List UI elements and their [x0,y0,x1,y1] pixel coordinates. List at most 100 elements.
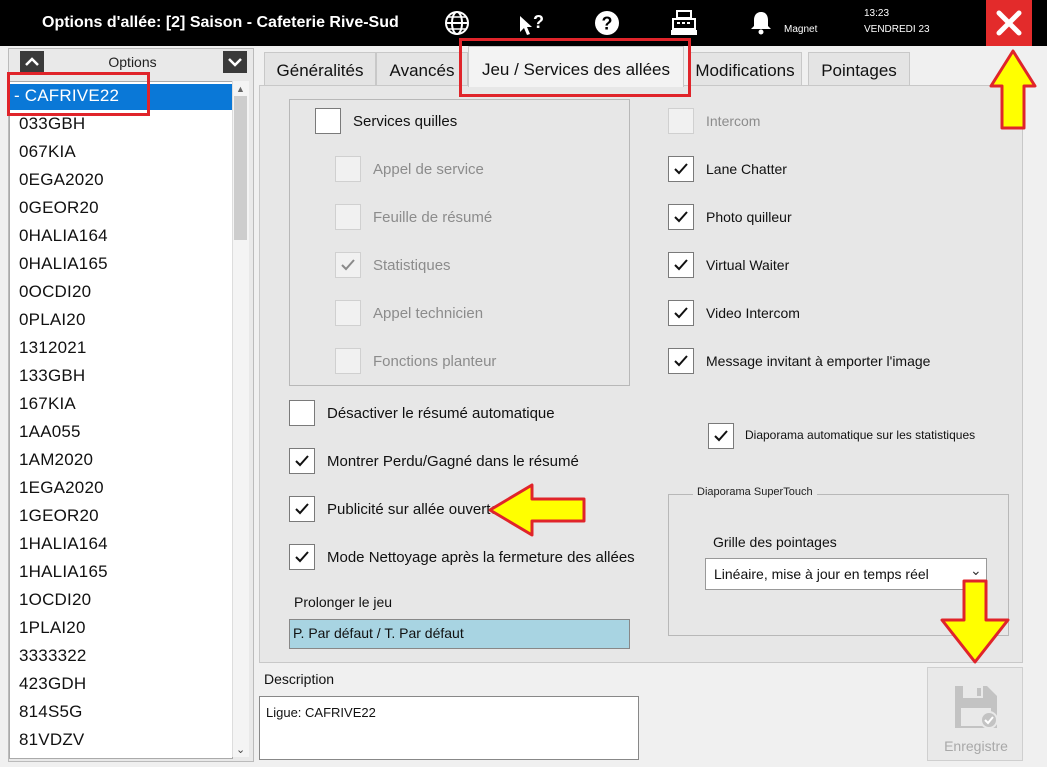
label-feuille-resume: Feuille de résumé [373,209,493,226]
tab-avances[interactable]: Avancés [376,52,468,87]
cash-register-icon[interactable] [669,8,699,38]
close-icon [996,10,1022,36]
checkbox-montrer-perdu-gagne[interactable] [289,448,315,474]
label-desactiver-resume: Désactiver le résumé automatique [327,405,555,422]
list-item[interactable]: 3333322 [19,646,87,666]
help-cursor-icon[interactable]: ? [517,8,547,38]
annotation-highlight-tab [459,38,691,97]
annotation-arrow-up-icon [989,49,1037,130]
clock-date: VENDREDI 23 [864,24,930,35]
list-item[interactable]: 0PLAI20 [19,310,86,330]
svg-text:?: ? [602,14,613,34]
checkmark-icon [295,503,309,515]
list-item[interactable]: 1EGA2020 [19,478,104,498]
list-item[interactable]: 1OCDI20 [19,590,91,610]
checkmark-icon [674,211,688,223]
list-item[interactable]: 0HALIA164 [19,226,108,246]
checkmark-icon [341,259,355,271]
list-item[interactable]: 0GEOR20 [19,198,99,218]
label-grille-pointages: Grille des pointages [713,534,837,550]
checkbox-diaporama-stats[interactable] [708,423,734,449]
list-item[interactable]: 1AM2020 [19,450,93,470]
globe-icon[interactable] [442,8,472,38]
label-publicite-allee: Publicité sur allée ouverte [327,501,499,518]
tab-generalites[interactable]: Généralités [264,52,376,87]
checkbox-appel-technicien[interactable] [335,300,361,326]
annotation-arrow-left-icon [488,483,586,537]
chevron-up-icon [25,57,39,66]
label-message-emporter-image: Message invitant à emporter l'image [706,353,931,369]
checkbox-statistiques[interactable] [335,252,361,278]
checkbox-services-quilles[interactable] [315,108,341,134]
options-header: Options [108,54,157,70]
label-montrer-perdu-gagne: Montrer Perdu/Gagné dans le résumé [327,453,579,470]
label-lane-chatter: Lane Chatter [706,161,787,177]
list-item[interactable]: 814S5G [19,702,83,722]
checkmark-icon [674,307,688,319]
scroll-arrow-up-icon[interactable]: ▲ [236,84,245,94]
list-item[interactable]: 0HALIA165 [19,254,108,274]
list-item[interactable]: 033GBH [19,114,85,134]
list-item[interactable]: 81VDZV [19,730,84,750]
svg-text:?: ? [533,12,544,32]
chevron-down-icon: ⌄ [970,562,982,578]
checkmark-icon [295,551,309,563]
label-mode-nettoyage: Mode Nettoyage après la fermeture des al… [327,549,635,566]
clock-time: 13:23 [864,8,890,19]
label-diaporama-stats: Diaporama automatique sur les statistiqu… [745,428,976,442]
label-intercom: Intercom [706,113,761,129]
checkbox-appel-service[interactable] [335,156,361,182]
label-appel-service: Appel de service [373,161,484,178]
checkbox-fonctions-planteur[interactable] [335,348,361,374]
checkmark-icon [714,430,728,442]
description-field[interactable]: Ligue: CAFRIVE22 [259,696,639,760]
annotation-arrow-down-icon [940,579,1010,664]
save-button-label: Enregistre [944,738,1008,754]
checkbox-video-intercom[interactable] [668,300,694,326]
checkmark-icon [674,355,688,367]
label-appel-technicien: Appel technicien [373,305,484,322]
list-item[interactable]: 1PLAI20 [19,618,86,638]
window-title: Options d'allée: [2] Saison - Cafeterie … [42,14,399,31]
scroll-down-button[interactable] [223,51,247,73]
checkbox-mode-nettoyage[interactable] [289,544,315,570]
list-item[interactable]: 067KIA [19,142,76,162]
list-item[interactable]: 1AA055 [19,422,81,442]
tab-pointages[interactable]: Pointages [808,52,910,87]
list-item[interactable]: 1GEOR20 [19,506,99,526]
list-item[interactable]: 0OCDI20 [19,282,91,302]
list-item[interactable]: 167KIA [19,394,76,414]
label-prolonger-jeu: Prolonger le jeu [294,594,393,610]
checkbox-intercom[interactable] [668,108,694,134]
label-virtual-waiter: Virtual Waiter [706,257,790,273]
tab-modifications[interactable]: Modifications [688,52,802,87]
list-item[interactable]: 0EGA2020 [19,170,104,190]
list-item[interactable]: 423GDH [19,674,86,694]
list-scrollbar-thumb[interactable] [234,96,247,240]
league-list[interactable]: - CAFRIVE22 033GBH 067KIA 0EGA2020 0GEOR20 0H… [9,81,233,759]
list-item[interactable]: 1312021 [19,338,87,358]
save-button[interactable]: Enregistre [927,667,1023,761]
description-value: Ligue: CAFRIVE22 [266,705,376,720]
bell-icon[interactable] [747,9,777,39]
scroll-up-button[interactable] [20,51,44,73]
help-icon[interactable]: ? [592,8,622,38]
list-item[interactable]: 1HALIA164 [19,534,108,554]
checkbox-virtual-waiter[interactable] [668,252,694,278]
checkbox-photo-quilleur[interactable] [668,204,694,230]
checkbox-desactiver-resume[interactable] [289,400,315,426]
list-item[interactable]: 1HALIA165 [19,562,108,582]
label-video-intercom: Video Intercom [706,305,800,321]
checkbox-lane-chatter[interactable] [668,156,694,182]
label-statistiques: Statistiques [373,257,451,274]
prolonger-jeu-select[interactable]: P. Par défaut / T. Par défaut [289,619,630,649]
checkbox-feuille-resume[interactable] [335,204,361,230]
checkbox-publicite-allee[interactable] [289,496,315,522]
checkbox-message-emporter-image[interactable] [668,348,694,374]
checkmark-icon [674,259,688,271]
list-item[interactable]: 133GBH [19,366,85,386]
close-button[interactable] [986,0,1032,46]
prolonger-jeu-value: P. Par défaut / T. Par défaut [293,625,464,641]
label-photo-quilleur: Photo quilleur [706,209,792,225]
scroll-arrow-down-icon[interactable]: ⌄ [236,743,245,756]
